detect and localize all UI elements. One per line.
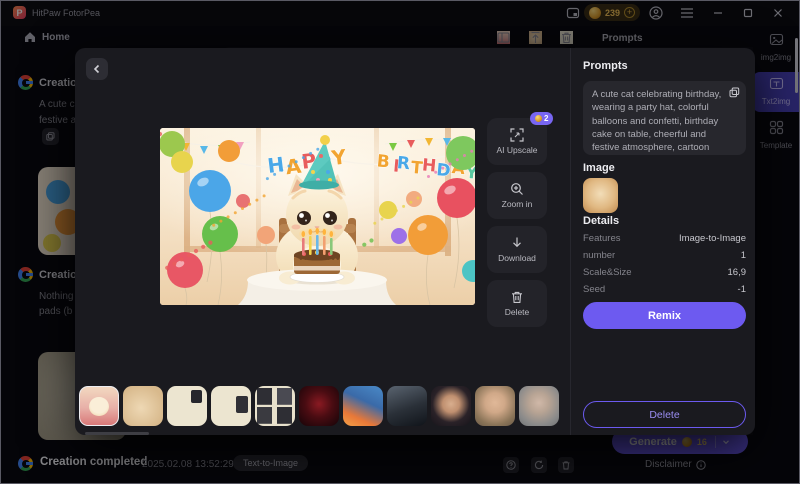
history-thumbnail-8[interactable]: [387, 386, 427, 426]
ai-upscale-button[interactable]: 2 AI Upscale: [487, 112, 554, 165]
history-strip: [79, 386, 559, 426]
delete-creation-button[interactable]: Delete: [583, 401, 746, 428]
prompt-text: A cute cat celebrating birthday, wearing…: [592, 89, 722, 154]
history-thumbnail-11[interactable]: [519, 386, 559, 426]
history-thumbnail-6[interactable]: [299, 386, 339, 426]
prompt-textarea[interactable]: A cute cat celebrating birthday, wearing…: [583, 81, 746, 155]
detail-row-seed: Seed -1: [583, 284, 746, 295]
remix-button[interactable]: Remix: [583, 302, 746, 329]
image-title: Image: [583, 162, 615, 174]
zoom-in-button[interactable]: Zoom in: [487, 172, 547, 219]
history-thumbnail-3[interactable]: [167, 386, 207, 426]
detail-panel: Prompts A cute cat celebrating birthday,…: [583, 48, 746, 435]
ai-upscale-icon: [510, 128, 524, 142]
strip-scrollbar[interactable]: [85, 432, 149, 435]
history-thumbnail-10[interactable]: [475, 386, 515, 426]
birthday-cat-illustration: HAPPY BIRTHDAY: [160, 128, 475, 305]
copy-icon[interactable]: [729, 87, 740, 98]
history-thumbnail-2[interactable]: [123, 386, 163, 426]
generated-image: HAPPY BIRTHDAY: [160, 128, 475, 305]
zoom-in-icon: [511, 183, 523, 195]
detail-row-number: number 1: [583, 250, 746, 261]
delete-image-button[interactable]: Delete: [487, 280, 547, 327]
chevron-left-icon: [93, 64, 100, 74]
detail-row-features: Features Image-to-Image: [583, 233, 746, 244]
history-thumbnail-4[interactable]: [211, 386, 251, 426]
coin-icon: [535, 115, 542, 122]
detail-row-scale-size: Scale&Size 16,9: [583, 267, 746, 278]
history-thumbnail-7[interactable]: [343, 386, 383, 426]
upscale-cost-badge: 2: [530, 112, 554, 125]
history-thumbnail-9[interactable]: [431, 386, 471, 426]
panel-divider: [570, 48, 571, 435]
back-button[interactable]: [86, 58, 108, 80]
trash-icon: [512, 291, 522, 303]
download-icon: [513, 237, 521, 248]
history-thumbnail-5[interactable]: [255, 386, 295, 426]
creation-detail-modal: HAPPY BIRTHDAY: [75, 48, 755, 435]
prompts-title: Prompts: [583, 60, 628, 72]
details-title: Details: [583, 215, 620, 227]
app-window: P HitPaw FotorPea 239 + Home Prompts img…: [0, 0, 800, 484]
history-thumbnail-1[interactable]: [79, 386, 119, 426]
input-image-thumbnail[interactable]: [583, 178, 618, 213]
download-button[interactable]: Download: [487, 226, 547, 273]
